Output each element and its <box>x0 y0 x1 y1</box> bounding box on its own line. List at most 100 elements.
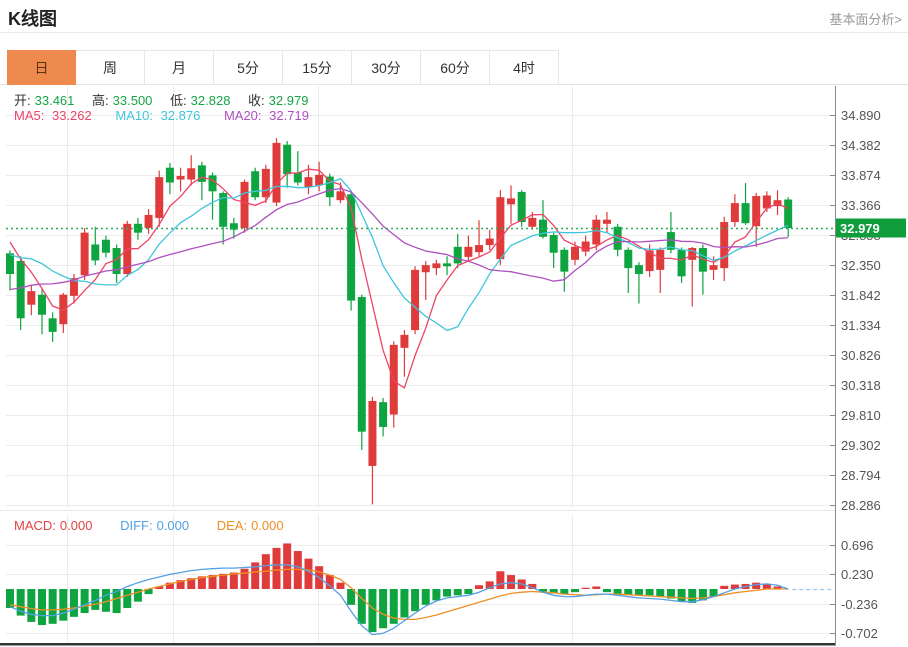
macd-bar <box>592 586 600 589</box>
ma5-legend: MA5: 33.262 <box>14 108 96 123</box>
macd-bar <box>230 573 238 589</box>
close-label: 收: <box>248 93 265 108</box>
svg-text:30.826: 30.826 <box>841 348 881 363</box>
macd-legend: MACD:0.000 DIFF:0.000 DEA:0.000 <box>14 518 292 533</box>
current-price-marker: 32.979 <box>6 219 906 238</box>
svg-text:29.810: 29.810 <box>841 408 881 423</box>
candle <box>102 240 110 253</box>
macd-bar <box>70 589 78 617</box>
macd-bar <box>27 589 35 622</box>
candle <box>742 203 750 223</box>
candle <box>731 203 739 222</box>
macd-bar <box>38 589 46 625</box>
candle <box>177 176 185 180</box>
macd-bar <box>656 589 664 597</box>
macd-bar <box>464 589 472 594</box>
candle <box>411 270 419 330</box>
candle <box>166 168 174 183</box>
svg-text:0.230: 0.230 <box>841 567 874 582</box>
svg-text:-0.702: -0.702 <box>841 626 878 641</box>
svg-text:29.302: 29.302 <box>841 438 881 453</box>
candle <box>635 265 643 274</box>
candle <box>81 233 89 276</box>
macd-bar <box>411 589 419 611</box>
candle <box>454 247 462 264</box>
macd-bar <box>326 575 334 589</box>
svg-text:0.696: 0.696 <box>841 538 874 553</box>
candle <box>273 143 281 203</box>
candle <box>486 239 494 245</box>
candles-group <box>6 138 792 504</box>
gridlines <box>0 86 836 645</box>
candle <box>784 200 792 228</box>
macd-bar <box>507 575 515 589</box>
diff-value-legend: DIFF:0.000 <box>120 518 193 533</box>
candle <box>145 215 153 228</box>
candle <box>432 263 440 268</box>
candle <box>518 192 526 222</box>
macd-bar <box>273 548 281 589</box>
close-value: 32.979 <box>269 93 309 108</box>
macd-bar <box>219 574 227 589</box>
open-label: 开: <box>14 93 31 108</box>
macd-bar <box>635 589 643 595</box>
open-value: 33.461 <box>35 93 75 108</box>
macd-bar <box>283 543 291 589</box>
low-value: 32.828 <box>191 93 231 108</box>
candle <box>678 250 686 277</box>
macd-bar <box>336 583 344 589</box>
ohlc-legend: 开: 33.461 高: 33.500 低: 32.828 收: 32.979 <box>14 90 312 109</box>
candle <box>17 261 25 318</box>
candle <box>443 263 451 266</box>
svg-text:-0.236: -0.236 <box>841 597 878 612</box>
macd-bar <box>422 589 430 605</box>
macd-bar <box>59 589 67 621</box>
svg-text:31.334: 31.334 <box>841 318 881 333</box>
macd-bar <box>678 589 686 602</box>
candle <box>379 402 387 427</box>
svg-text:32.979: 32.979 <box>840 221 880 236</box>
svg-text:32.350: 32.350 <box>841 258 881 273</box>
macd-bar <box>358 589 366 624</box>
macd-bar <box>379 589 387 628</box>
high-value: 33.500 <box>113 93 153 108</box>
candle <box>550 235 558 253</box>
candle <box>241 182 249 228</box>
high-label: 高: <box>92 93 109 108</box>
ma10-legend: MA10: 32.876 <box>115 108 204 123</box>
candle <box>710 265 718 270</box>
low-label: 低: <box>170 93 187 108</box>
macd-bar <box>454 589 462 595</box>
candle <box>38 295 46 315</box>
macd-bar <box>49 589 57 624</box>
svg-text:30.318: 30.318 <box>841 378 881 393</box>
macd-bar <box>614 589 622 594</box>
macd-bar <box>582 588 590 589</box>
macd-value-legend: MACD:0.000 <box>14 518 96 533</box>
candle <box>155 177 163 218</box>
svg-text:31.842: 31.842 <box>841 288 881 303</box>
macd-bar <box>752 583 760 589</box>
dea-value-legend: DEA:0.000 <box>217 518 288 533</box>
candle <box>603 220 611 224</box>
candle <box>475 245 483 252</box>
candle <box>91 244 99 260</box>
macd-bar <box>368 589 376 632</box>
macd-bar <box>443 589 451 597</box>
macd-bar <box>603 589 611 592</box>
macd-bar <box>646 589 654 595</box>
axis-labels: 34.89034.38233.87433.36632.85832.35031.8… <box>841 108 881 641</box>
candle <box>6 253 14 274</box>
svg-text:34.382: 34.382 <box>841 138 881 153</box>
macd-bar <box>432 589 440 600</box>
candle <box>209 175 217 191</box>
macd-bar <box>123 589 131 608</box>
macd-bar <box>304 559 312 589</box>
candle <box>315 175 323 186</box>
ma20-legend: MA20: 32.719 <box>224 108 313 123</box>
candle <box>27 291 35 305</box>
macd-bar <box>81 589 89 613</box>
svg-text:33.366: 33.366 <box>841 198 881 213</box>
svg-text:28.794: 28.794 <box>841 468 881 483</box>
macd-bar <box>571 589 579 592</box>
